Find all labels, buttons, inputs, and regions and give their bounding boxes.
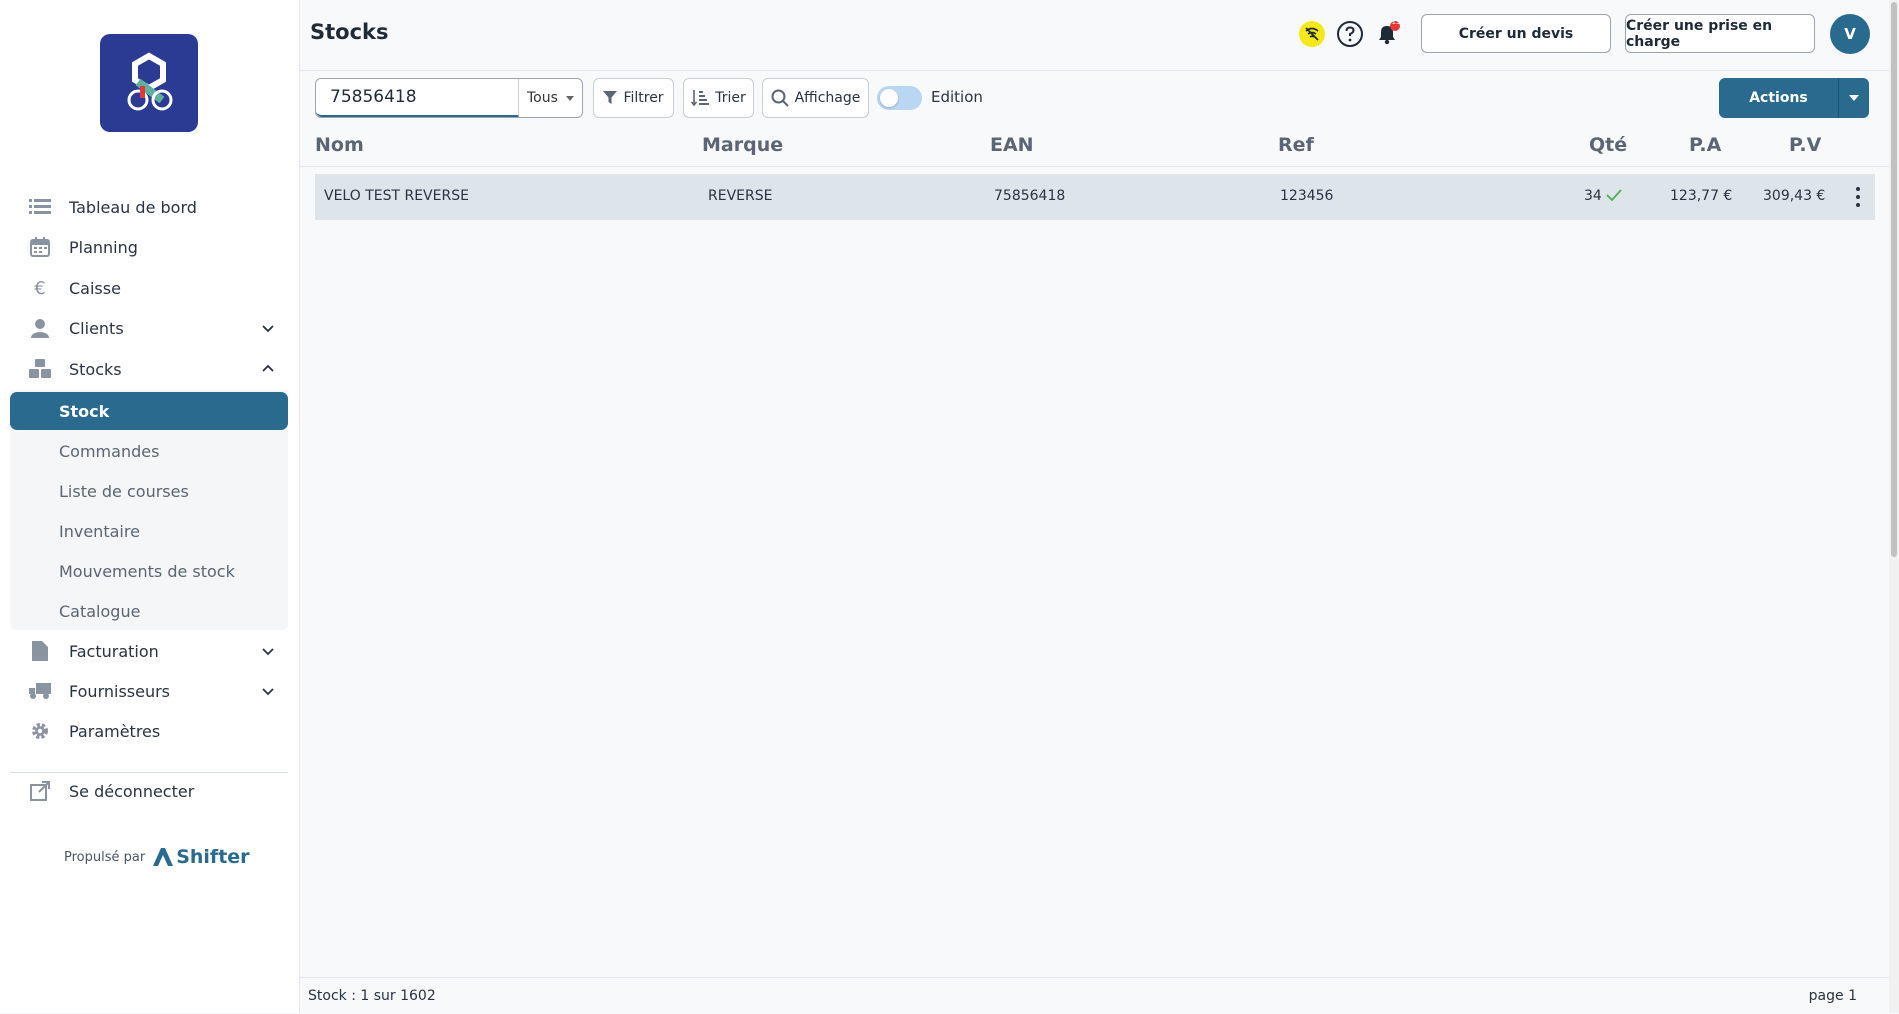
- sidebar-subitem-commandes[interactable]: Commandes: [10, 432, 288, 470]
- edition-toggle[interactable]: [877, 86, 922, 110]
- sidebar-subitem-mouvements-de-stock[interactable]: Mouvements de stock: [10, 552, 288, 590]
- chevron-down-icon: [262, 325, 274, 333]
- sidebar-subitem-inventaire[interactable]: Inventaire: [10, 512, 288, 550]
- toggle-knob: [880, 89, 898, 107]
- sidebar-item-clients[interactable]: Clients: [10, 309, 288, 347]
- filter-icon: [603, 91, 618, 104]
- list-icon: [28, 195, 52, 219]
- search-group: Tous: [315, 78, 583, 118]
- sort-label: Trier: [715, 90, 746, 106]
- column-header-ref[interactable]: Ref: [1278, 134, 1314, 156]
- sidebar-item-facturation[interactable]: Facturation: [10, 632, 288, 670]
- actions-split-button: Actions: [1719, 78, 1869, 118]
- truck-icon: [28, 679, 52, 703]
- shifter-logo[interactable]: Shifter: [153, 846, 250, 868]
- external-link-icon: [28, 779, 52, 803]
- sidebar-subitem-liste-de-courses[interactable]: Liste de courses: [10, 472, 288, 510]
- display-button[interactable]: Affichage: [762, 78, 869, 118]
- header-divider: [300, 166, 1889, 167]
- sidebar-item-caisse[interactable]: € Caisse: [10, 269, 288, 307]
- sidebar-item-label: Caisse: [69, 278, 121, 298]
- sidebar: Tableau de bord Planning € Caisse Client…: [0, 0, 300, 1013]
- table-row[interactable]: VELO TEST REVERSE REVERSE 75856418 12345…: [315, 174, 1875, 220]
- bell-icon[interactable]: 13: [1373, 18, 1401, 48]
- logout-label: Se déconnecter: [69, 781, 195, 801]
- create-prise-en-charge-button[interactable]: Créer une prise en charge: [1625, 14, 1815, 53]
- chevron-up-icon: [262, 364, 274, 372]
- sidebar-item-stocks[interactable]: Stocks: [10, 350, 288, 388]
- sidebar-item-label: Facturation: [69, 641, 159, 661]
- app-logo[interactable]: [100, 34, 198, 132]
- cell-pa: 123,77 €: [1670, 188, 1733, 204]
- column-header-pv[interactable]: P.V: [1789, 134, 1821, 156]
- shifter-mark-icon: [153, 848, 174, 866]
- sort-icon: [691, 90, 710, 107]
- column-header-ean[interactable]: EAN: [990, 134, 1034, 156]
- display-label: Affichage: [794, 90, 861, 106]
- sidebar-item-fournisseurs[interactable]: Fournisseurs: [10, 672, 288, 710]
- cell-ref: 123456: [1280, 188, 1334, 204]
- scope-select-value: Tous: [527, 90, 558, 106]
- create-devis-button[interactable]: Créer un devis: [1421, 14, 1611, 53]
- column-header-qte[interactable]: Qté: [1589, 134, 1627, 156]
- sidebar-item-label: Stocks: [69, 359, 122, 379]
- cell-nom: VELO TEST REVERSE: [324, 188, 469, 204]
- sidebar-item-label: Tableau de bord: [69, 197, 197, 217]
- caret-down-icon: [566, 96, 574, 101]
- stock-count: Stock : 1 sur 1602: [308, 988, 436, 1004]
- user-icon: [28, 316, 52, 340]
- sidebar-subitem-stock[interactable]: Stock: [10, 392, 288, 430]
- offline-icon[interactable]: [1298, 20, 1326, 48]
- sidebar-item-label: Clients: [69, 318, 124, 338]
- chevron-down-icon: [262, 688, 274, 696]
- scrollbar[interactable]: [1889, 0, 1899, 1013]
- column-header-marque[interactable]: Marque: [702, 134, 783, 156]
- sidebar-item-label: Paramètres: [69, 721, 161, 741]
- help-icon[interactable]: [1336, 20, 1364, 48]
- document-icon: [28, 639, 52, 663]
- filter-label: Filtrer: [623, 90, 664, 106]
- edition-label: Edition: [931, 88, 983, 106]
- shifter-brand: Shifter: [176, 846, 250, 868]
- sidebar-subitem-catalogue[interactable]: Catalogue: [10, 592, 288, 630]
- cell-ean: 75856418: [994, 188, 1066, 204]
- search-input[interactable]: [316, 79, 519, 117]
- powered-by: Propulsé par Shifter: [64, 846, 250, 868]
- sort-button[interactable]: Trier: [683, 78, 754, 118]
- column-header-pa[interactable]: P.A: [1689, 134, 1721, 156]
- footer: Stock : 1 sur 1602 page 1: [300, 977, 1889, 1014]
- sidebar-item-planning[interactable]: Planning: [10, 228, 288, 266]
- actions-dropdown-button[interactable]: [1839, 78, 1869, 118]
- chevron-down-icon: [262, 648, 274, 656]
- scrollbar-thumb[interactable]: [1891, 2, 1897, 557]
- sidebar-item-tableau-de-bord[interactable]: Tableau de bord: [10, 188, 288, 226]
- logout-link[interactable]: Se déconnecter: [10, 772, 288, 810]
- column-header-nom[interactable]: Nom: [315, 134, 364, 156]
- filter-button[interactable]: Filtrer: [593, 78, 674, 118]
- page-title: Stocks: [310, 20, 389, 44]
- cell-marque: REVERSE: [708, 188, 773, 204]
- caret-down-icon: [1849, 95, 1859, 101]
- notification-badge: 13: [1391, 18, 1401, 26]
- sidebar-item-label: Fournisseurs: [69, 681, 171, 701]
- sidebar-item-label: Planning: [69, 237, 138, 257]
- check-icon: [1606, 189, 1622, 202]
- top-header: Stocks 13 Créer un devis Créer une prise…: [300, 0, 1889, 71]
- calendar-icon: [28, 235, 52, 259]
- page-indicator: page 1: [1808, 988, 1857, 1004]
- actions-button[interactable]: Actions: [1719, 78, 1839, 118]
- cell-pv: 309,43 €: [1763, 188, 1826, 204]
- avatar[interactable]: V: [1830, 14, 1870, 54]
- boxes-icon: [28, 357, 52, 381]
- search-icon: [771, 89, 789, 107]
- gear-icon: [28, 719, 52, 743]
- euro-icon: €: [34, 277, 46, 299]
- sidebar-item-parametres[interactable]: Paramètres: [10, 712, 288, 750]
- cell-qte: 34: [1584, 188, 1602, 204]
- powered-by-label: Propulsé par: [64, 849, 146, 865]
- more-options-icon[interactable]: [1855, 187, 1861, 207]
- scope-select[interactable]: Tous: [519, 79, 582, 117]
